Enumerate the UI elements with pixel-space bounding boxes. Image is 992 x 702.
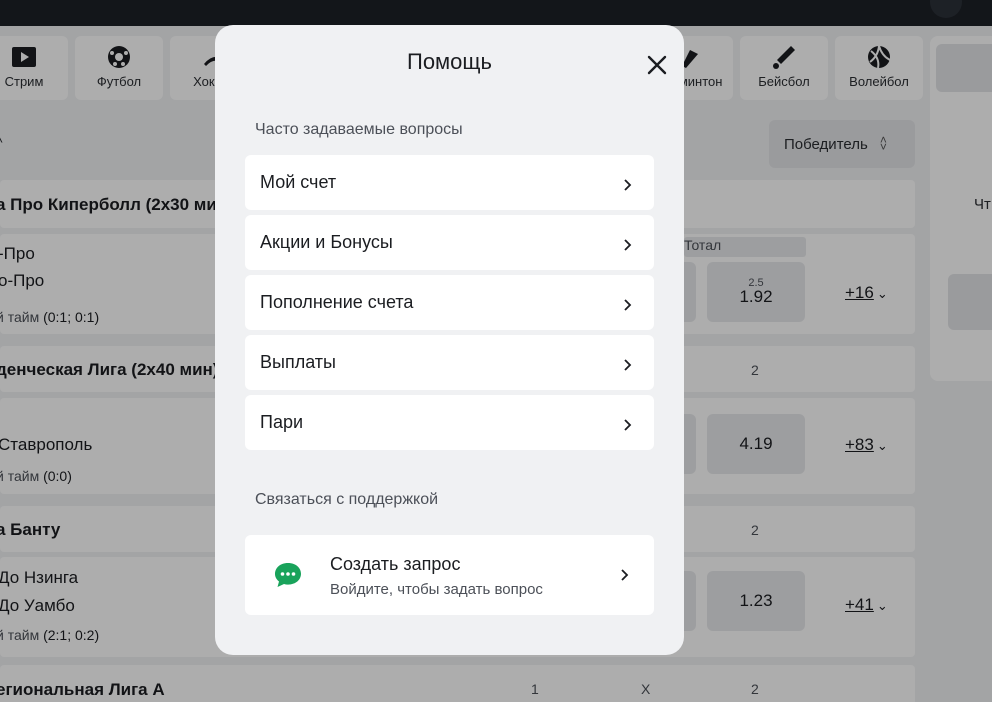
faq-item-label: Акции и Бонусы <box>260 232 393 252</box>
chevron-right-icon <box>620 296 634 311</box>
create-request-button[interactable]: Создать запрос Войдите, чтобы задать воп… <box>245 535 654 615</box>
support-section-label: Связаться с поддержкой <box>255 491 439 508</box>
faq-item-my-account[interactable]: Мой счет <box>245 155 654 210</box>
create-request-title: Создать запрос <box>330 554 461 574</box>
chevron-right-icon <box>620 236 634 251</box>
faq-item-label: Пополнение счета <box>260 292 414 312</box>
create-request-subtitle: Войдите, чтобы задать вопрос <box>330 581 543 598</box>
chevron-right-icon <box>620 176 634 191</box>
faq-item-label: Мой счет <box>260 172 337 192</box>
faq-section-label: Часто задаваемые вопросы <box>255 121 463 138</box>
help-modal: Помощь Часто задаваемые вопросы Мой счет… <box>215 25 684 655</box>
faq-item-label: Выплаты <box>260 352 336 372</box>
close-icon[interactable] <box>643 51 671 79</box>
faq-item-label: Пари <box>260 412 304 432</box>
faq-item-bets[interactable]: Пари <box>245 395 654 450</box>
chevron-right-icon <box>620 416 634 431</box>
faq-item-deposit[interactable]: Пополнение счета <box>245 275 654 330</box>
chevron-right-icon <box>620 356 634 371</box>
chat-icon <box>273 561 303 589</box>
faq-item-promotions[interactable]: Акции и Бонусы <box>245 215 654 270</box>
modal-title: Помощь <box>407 49 492 74</box>
faq-item-payouts[interactable]: Выплаты <box>245 335 654 390</box>
chevron-right-icon <box>617 568 631 582</box>
